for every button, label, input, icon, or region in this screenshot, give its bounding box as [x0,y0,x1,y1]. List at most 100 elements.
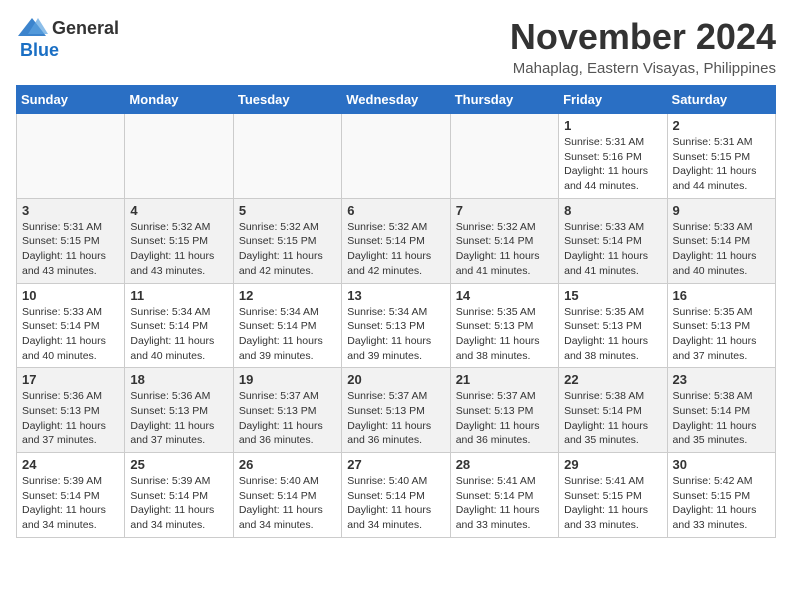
calendar-day: 6 Sunrise: 5:32 AM Sunset: 5:14 PM Daylig… [342,198,450,283]
day-info: Sunrise: 5:34 AM Sunset: 5:14 PM Dayligh… [239,305,336,364]
day-number: 16 [673,288,770,303]
day-number: 26 [239,457,336,472]
day-number: 17 [22,372,119,387]
day-info: Sunrise: 5:37 AM Sunset: 5:13 PM Dayligh… [239,389,336,448]
day-info: Sunrise: 5:33 AM Sunset: 5:14 PM Dayligh… [564,220,661,279]
day-number: 23 [673,372,770,387]
day-info: Sunrise: 5:38 AM Sunset: 5:14 PM Dayligh… [564,389,661,448]
day-info: Sunrise: 5:33 AM Sunset: 5:14 PM Dayligh… [673,220,770,279]
calendar-day: 15 Sunrise: 5:35 AM Sunset: 5:13 PM Dayli… [559,283,667,368]
calendar-day: 27 Sunrise: 5:40 AM Sunset: 5:14 PM Dayli… [342,453,450,538]
calendar-day: 18Sunrise: 5:36 AM Sunset: 5:13 PM Dayli… [125,368,233,453]
calendar-day: 13Sunrise: 5:34 AM Sunset: 5:13 PM Dayli… [342,283,450,368]
day-number: 22 [564,372,661,387]
calendar-day: 30Sunrise: 5:42 AM Sunset: 5:15 PM Dayli… [667,453,775,538]
day-info: Sunrise: 5:39 AM Sunset: 5:14 PM Dayligh… [22,474,119,533]
calendar-day: 23 Sunrise: 5:38 AM Sunset: 5:14 PM Dayli… [667,368,775,453]
day-info: Sunrise: 5:40 AM Sunset: 5:14 PM Dayligh… [347,474,444,533]
logo-blue: Blue [20,40,59,61]
day-info: Sunrise: 5:37 AM Sunset: 5:13 PM Dayligh… [347,389,444,448]
day-header-tuesday: Tuesday [233,86,341,114]
day-number: 9 [673,203,770,218]
logo-general: General [52,18,119,39]
calendar-day: 26 Sunrise: 5:40 AM Sunset: 5:14 PM Dayli… [233,453,341,538]
calendar-day [125,114,233,199]
day-info: Sunrise: 5:32 AM Sunset: 5:15 PM Dayligh… [239,220,336,279]
calendar-day: 25 Sunrise: 5:39 AM Sunset: 5:14 PM Dayli… [125,453,233,538]
day-info: Sunrise: 5:38 AM Sunset: 5:14 PM Dayligh… [673,389,770,448]
day-number: 21 [456,372,553,387]
calendar-week-row: 10Sunrise: 5:33 AM Sunset: 5:14 PM Dayli… [17,283,776,368]
day-info: Sunrise: 5:34 AM Sunset: 5:13 PM Dayligh… [347,305,444,364]
day-header-saturday: Saturday [667,86,775,114]
calendar-day [342,114,450,199]
day-info: Sunrise: 5:42 AM Sunset: 5:15 PM Dayligh… [673,474,770,533]
day-info: Sunrise: 5:37 AM Sunset: 5:13 PM Dayligh… [456,389,553,448]
day-info: Sunrise: 5:31 AM Sunset: 5:16 PM Dayligh… [564,135,661,194]
calendar-day: 28 Sunrise: 5:41 AM Sunset: 5:14 PM Dayli… [450,453,558,538]
calendar-header-row: SundayMondayTuesdayWednesdayThursdayFrid… [17,86,776,114]
day-number: 20 [347,372,444,387]
day-info: Sunrise: 5:35 AM Sunset: 5:13 PM Dayligh… [673,305,770,364]
day-info: Sunrise: 5:36 AM Sunset: 5:13 PM Dayligh… [130,389,227,448]
calendar-day: 14Sunrise: 5:35 AM Sunset: 5:13 PM Dayli… [450,283,558,368]
calendar-day: 17 Sunrise: 5:36 AM Sunset: 5:13 PM Dayli… [17,368,125,453]
calendar-day: 12 Sunrise: 5:34 AM Sunset: 5:14 PM Dayli… [233,283,341,368]
day-number: 5 [239,203,336,218]
day-number: 3 [22,203,119,218]
day-info: Sunrise: 5:35 AM Sunset: 5:13 PM Dayligh… [456,305,553,364]
day-info: Sunrise: 5:31 AM Sunset: 5:15 PM Dayligh… [22,220,119,279]
day-number: 28 [456,457,553,472]
calendar-week-row: 3 Sunrise: 5:31 AM Sunset: 5:15 PM Daylig… [17,198,776,283]
day-number: 7 [456,203,553,218]
calendar-day: 29Sunrise: 5:41 AM Sunset: 5:15 PM Dayli… [559,453,667,538]
day-header-friday: Friday [559,86,667,114]
calendar-day: 2Sunrise: 5:31 AM Sunset: 5:15 PM Daylig… [667,114,775,199]
day-info: Sunrise: 5:39 AM Sunset: 5:14 PM Dayligh… [130,474,227,533]
day-header-wednesday: Wednesday [342,86,450,114]
day-header-sunday: Sunday [17,86,125,114]
day-info: Sunrise: 5:32 AM Sunset: 5:15 PM Dayligh… [130,220,227,279]
day-info: Sunrise: 5:32 AM Sunset: 5:14 PM Dayligh… [347,220,444,279]
day-number: 25 [130,457,227,472]
day-number: 10 [22,288,119,303]
day-info: Sunrise: 5:35 AM Sunset: 5:13 PM Dayligh… [564,305,661,364]
day-info: Sunrise: 5:36 AM Sunset: 5:13 PM Dayligh… [22,389,119,448]
calendar-week-row: 1Sunrise: 5:31 AM Sunset: 5:16 PM Daylig… [17,114,776,199]
calendar-day [450,114,558,199]
calendar-day: 3 Sunrise: 5:31 AM Sunset: 5:15 PM Daylig… [17,198,125,283]
calendar-day [233,114,341,199]
month-title: November 2024 [510,16,776,58]
page-header: General Blue November 2024 Mahaplag, Eas… [16,16,776,77]
day-info: Sunrise: 5:40 AM Sunset: 5:14 PM Dayligh… [239,474,336,533]
calendar-day [17,114,125,199]
calendar-day: 10Sunrise: 5:33 AM Sunset: 5:14 PM Dayli… [17,283,125,368]
day-number: 12 [239,288,336,303]
day-number: 11 [130,288,227,303]
calendar-day: 4Sunrise: 5:32 AM Sunset: 5:15 PM Daylig… [125,198,233,283]
day-number: 15 [564,288,661,303]
calendar-table: SundayMondayTuesdayWednesdayThursdayFrid… [16,85,776,538]
calendar-day: 9 Sunrise: 5:33 AM Sunset: 5:14 PM Daylig… [667,198,775,283]
day-number: 6 [347,203,444,218]
calendar-week-row: 17 Sunrise: 5:36 AM Sunset: 5:13 PM Dayli… [17,368,776,453]
day-number: 29 [564,457,661,472]
day-info: Sunrise: 5:34 AM Sunset: 5:14 PM Dayligh… [130,305,227,364]
location: Mahaplag, Eastern Visayas, Philippines [510,60,776,77]
calendar-day: 5 Sunrise: 5:32 AM Sunset: 5:15 PM Daylig… [233,198,341,283]
calendar-day: 20 Sunrise: 5:37 AM Sunset: 5:13 PM Dayli… [342,368,450,453]
logo: General Blue [16,16,119,61]
calendar-day: 22 Sunrise: 5:38 AM Sunset: 5:14 PM Dayli… [559,368,667,453]
day-info: Sunrise: 5:41 AM Sunset: 5:14 PM Dayligh… [456,474,553,533]
calendar-day: 1Sunrise: 5:31 AM Sunset: 5:16 PM Daylig… [559,114,667,199]
day-number: 27 [347,457,444,472]
calendar-day: 21 Sunrise: 5:37 AM Sunset: 5:13 PM Dayli… [450,368,558,453]
calendar-day: 8Sunrise: 5:33 AM Sunset: 5:14 PM Daylig… [559,198,667,283]
calendar-day: 7Sunrise: 5:32 AM Sunset: 5:14 PM Daylig… [450,198,558,283]
day-number: 2 [673,118,770,133]
calendar-week-row: 24Sunrise: 5:39 AM Sunset: 5:14 PM Dayli… [17,453,776,538]
day-header-thursday: Thursday [450,86,558,114]
calendar-day: 11 Sunrise: 5:34 AM Sunset: 5:14 PM Dayli… [125,283,233,368]
logo-icon [16,16,48,40]
calendar-day: 19Sunrise: 5:37 AM Sunset: 5:13 PM Dayli… [233,368,341,453]
